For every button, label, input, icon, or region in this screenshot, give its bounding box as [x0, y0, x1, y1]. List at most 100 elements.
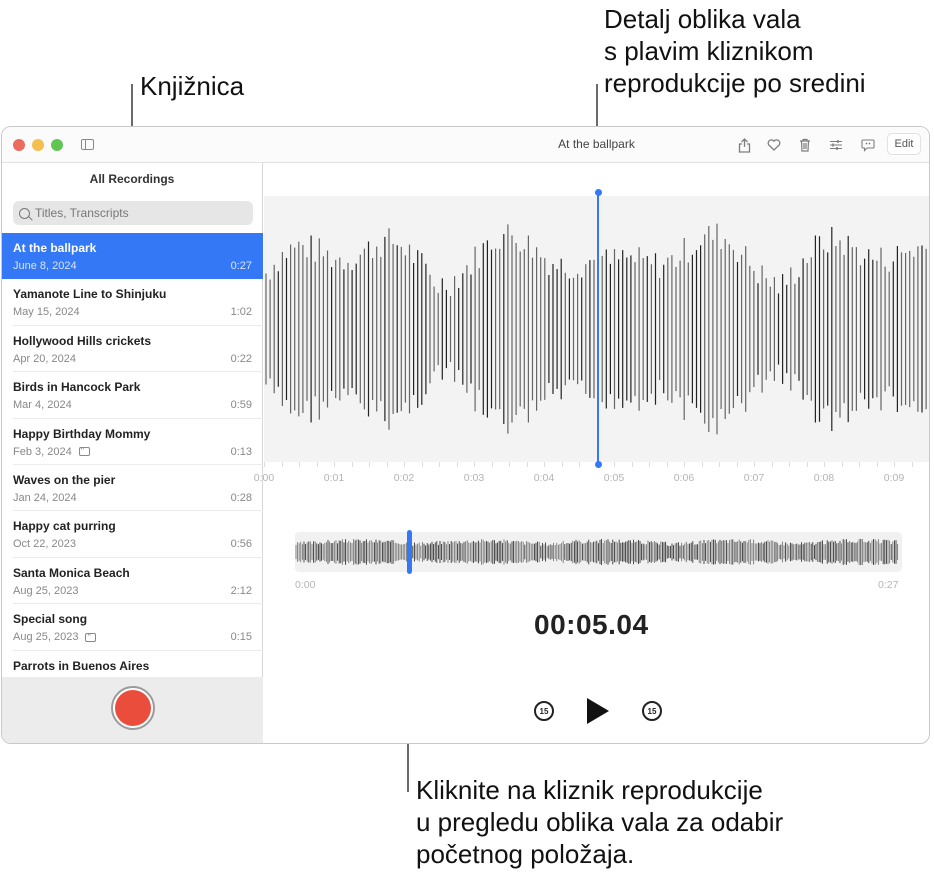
recording-meta: Aug 25, 2023 2:12: [13, 584, 252, 598]
ruler-tick: [509, 462, 510, 467]
recording-date: Aug 25, 2023: [13, 584, 79, 597]
skip-back-button[interactable]: 15: [534, 701, 554, 721]
record-icon: [115, 690, 151, 726]
callout-detail: Detalj oblika vala s plavim kliznikom re…: [604, 4, 866, 98]
recording-duration: 0:28: [230, 491, 252, 504]
recording-date-wrap: Oct 22, 2023: [13, 537, 76, 551]
ruler-tick: [876, 462, 878, 467]
search-placeholder: Titles, Transcripts: [35, 206, 129, 220]
overview-start-time: 0:00: [295, 579, 316, 591]
recording-list-item[interactable]: Parrots in Buenos Aires: [2, 651, 263, 679]
detail-playhead[interactable]: [597, 192, 599, 465]
recording-list-item[interactable]: Santa Monica Beach Aug 25, 2023 2:12: [2, 558, 263, 605]
player-pane: 0:00 0:01 0:02 0:03 0:04 0:05 0:06 0:07 0:08 0:09…: [254, 163, 929, 743]
ruler-label: 0:04: [533, 472, 555, 484]
recording-meta: May 15, 2024 1:02: [13, 305, 252, 319]
recording-title: Birds in Hancock Park: [13, 380, 141, 395]
recording-list-item[interactable]: Waves on the pier Jan 24, 2024 0:28: [2, 465, 263, 512]
sidebar-library: All Recordings Titles, Transcripts At th…: [2, 163, 263, 743]
ruler-tick: [824, 462, 825, 467]
ruler-tick: [526, 462, 528, 467]
recording-date: Mar 4, 2024: [13, 399, 72, 412]
zoom-button[interactable]: [51, 139, 63, 151]
recording-meta: Feb 3, 2024 0:13: [13, 444, 252, 459]
recording-list-item[interactable]: Yamanote Line to Shinjuku May 15, 2024 1:0…: [2, 279, 263, 327]
recording-date-wrap: Jan 24, 2024: [13, 491, 77, 505]
ruler-tick: [281, 462, 283, 467]
recording-list-item[interactable]: Hollywood Hills crickets Apr 20, 2024 0:22: [2, 326, 263, 373]
ruler-tick: [351, 462, 353, 467]
ruler-tick: [684, 462, 685, 467]
recording-date: Oct 22, 2023: [13, 538, 76, 551]
overview-end-time: 0:27: [878, 579, 899, 591]
recording-date-wrap: Aug 25, 2023: [13, 630, 97, 644]
overview-playhead[interactable]: [406, 530, 412, 574]
ruler-tick: [859, 462, 860, 467]
ruler-tick: [736, 462, 738, 467]
skip-back-label: 15: [539, 706, 549, 716]
recording-title: Parrots in Buenos Aires: [13, 658, 150, 673]
recording-date-wrap: Apr 20, 2024: [13, 352, 76, 366]
sidebar-toggle-icon[interactable]: [81, 139, 94, 150]
trash-icon[interactable]: [796, 136, 814, 154]
skip-forward-button[interactable]: 15: [642, 701, 662, 721]
recording-date-wrap: Feb 3, 2024: [13, 444, 90, 459]
share-icon[interactable]: [735, 136, 753, 154]
ruler-label: 0:09: [883, 472, 905, 484]
recording-title: Happy Birthday Mommy: [13, 426, 151, 441]
play-button[interactable]: [586, 697, 610, 725]
ruler-tick: [421, 462, 423, 467]
recording-date-wrap: Aug 25, 2023: [13, 584, 78, 598]
recording-duration: 0:59: [230, 399, 252, 412]
recording-list-item[interactable]: At the ballpark June 8, 2024 0:27: [2, 233, 263, 280]
ruler-tick: [491, 462, 493, 467]
heart-icon[interactable]: [765, 136, 783, 154]
ruler-label: 0:06: [673, 472, 695, 484]
ruler-tick: [806, 462, 808, 467]
recording-duration: 0:13: [230, 445, 252, 458]
transcript-icon[interactable]: [859, 136, 877, 154]
ruler-tick: [264, 462, 265, 467]
record-button[interactable]: [111, 686, 155, 730]
sliders-icon[interactable]: [827, 136, 845, 154]
minimize-button[interactable]: [32, 139, 44, 151]
detail-playhead-top-handle[interactable]: [595, 189, 602, 196]
ruler-tick: [771, 462, 773, 467]
ruler-tick: [439, 462, 440, 467]
recording-duration: 0:22: [230, 352, 252, 365]
recording-list-item[interactable]: Birds in Hancock Park Mar 4, 2024 0:59: [2, 372, 263, 419]
recording-title: Waves on the pier: [13, 472, 116, 487]
skip-forward-label: 15: [647, 706, 657, 716]
voice-memos-window: At the ballpark Edit All Recordings Titl…: [1, 126, 930, 744]
detail-playhead-bottom-handle[interactable]: [595, 461, 602, 468]
waveform-overview-bars: [295, 538, 899, 566]
recording-duration: 0:15: [230, 631, 252, 644]
ruler-label: 0:02: [393, 472, 415, 484]
recordings-list: At the ballpark June 8, 2024 0:27 Yamanote …: [2, 233, 263, 679]
ruler-tick: [894, 462, 895, 467]
sidebar-title: All Recordings: [89, 172, 175, 186]
callout-library: Knjižnica: [140, 71, 245, 101]
recording-list-item[interactable]: Happy Birthday Mommy Feb 3, 2024 0:13: [2, 419, 263, 466]
recording-date-wrap: May 15, 2024: [13, 305, 80, 319]
recording-date: Apr 20, 2024: [13, 352, 76, 365]
sidebar-footer: [2, 677, 263, 743]
waveform-overview[interactable]: [295, 532, 902, 572]
ruler-tick: [316, 462, 318, 467]
search-input[interactable]: Titles, Transcripts: [13, 201, 253, 225]
close-button[interactable]: [13, 139, 25, 151]
ruler-tick: [299, 462, 300, 467]
ruler-label: 0:00: [253, 472, 275, 484]
ruler-tick: [614, 462, 615, 467]
recording-title: Happy cat purring: [13, 519, 116, 534]
recording-list-item[interactable]: Special song Aug 25, 2023 0:15: [2, 604, 263, 651]
recording-meta: Oct 22, 2023 0:56: [13, 537, 252, 551]
ruler-tick: [456, 462, 458, 467]
recording-date: June 8, 2024: [13, 260, 77, 272]
ruler-tick: [404, 462, 405, 467]
recording-list-item[interactable]: Happy cat purring Oct 22, 2023 0:56: [2, 511, 263, 559]
ruler-tick: [649, 462, 650, 467]
search-icon: [19, 207, 30, 219]
edit-button[interactable]: Edit: [887, 133, 921, 155]
recording-duration: 0:27: [230, 260, 252, 272]
